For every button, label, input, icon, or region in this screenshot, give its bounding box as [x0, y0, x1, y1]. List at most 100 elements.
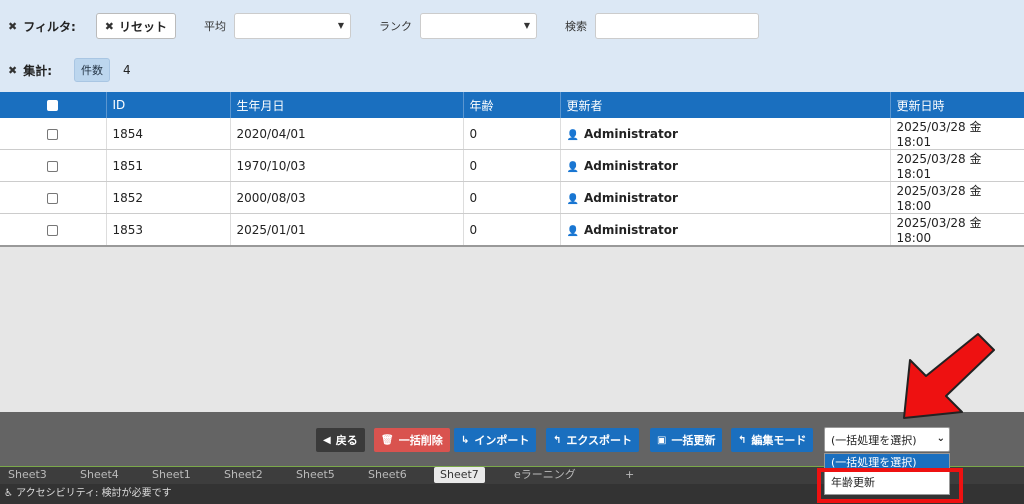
close-icon: ✖ [104, 19, 114, 33]
user-icon: 👤 [566, 225, 579, 237]
cell-updated-at: 2025/03/28 金 18:00 [890, 213, 1024, 247]
cell-id: 1853 [106, 213, 231, 247]
filter-panel: ✖ フィルタ: ✖ リセット 平均 ▼ ランク ▼ 検索 ✖ 集計: 件数 4 [0, 0, 1024, 92]
bulk-delete-button[interactable]: 🗑 一括削除 [374, 428, 450, 452]
aggregate-label: 集計: [23, 63, 53, 78]
count-value: 4 [123, 63, 131, 77]
search-label: 検索 [565, 20, 588, 33]
cell-id: 1851 [106, 149, 231, 182]
bulk-update-label: 一括更新 [671, 434, 716, 447]
bulk-delete-label: 一括削除 [398, 434, 443, 447]
row-checkbox[interactable] [47, 224, 59, 236]
cell-age: 0 [463, 181, 561, 214]
updater-name: Administrator [583, 126, 678, 141]
cell-updater: 👤 Administrator [560, 213, 891, 247]
cell-updated-at: 2025/03/28 金 18:01 [890, 149, 1024, 182]
close-aggregate-icon[interactable]: ✖ [8, 64, 17, 77]
select-all-checkbox[interactable] [47, 100, 59, 111]
tab-sheet1[interactable]: Sheet1 [152, 467, 191, 483]
back-icon: ◀ [323, 434, 331, 446]
cell-updater: 👤 Administrator [560, 149, 891, 182]
back-label: 戻る [335, 434, 358, 447]
cell-birthdate: 1970/10/03 [230, 149, 464, 182]
table-row[interactable]: 1852 2000/08/03 0 👤 Administrator 2025/03… [0, 181, 1024, 214]
edit-mode-label: 編集モード [751, 434, 807, 447]
reset-button[interactable]: ✖ リセット [95, 13, 177, 39]
cell-updated-at: 2025/03/28 金 18:00 [890, 181, 1024, 214]
back-button[interactable]: ◀ 戻る [316, 428, 365, 452]
red-arrow-icon [903, 333, 995, 419]
edit-mode-button[interactable]: ↰ 編集モード [731, 428, 814, 452]
aggregate-row: ✖ 集計: 件数 4 [8, 58, 131, 82]
select-all-header[interactable] [0, 92, 107, 118]
updater-name: Administrator [583, 158, 678, 173]
export-icon: ↰ [553, 434, 562, 446]
data-table: ID 生年月日 年齢 更新者 更新日時 1854 2020/04/01 0 👤 A… [0, 92, 1024, 247]
cell-birthdate: 2025/01/01 [230, 213, 464, 247]
search-input[interactable] [595, 13, 760, 39]
add-sheet-button[interactable]: + [625, 467, 634, 483]
table-row[interactable]: 1854 2020/04/01 0 👤 Administrator 2025/03… [0, 118, 1024, 150]
row-checkbox-cell[interactable] [0, 149, 107, 182]
table-row[interactable]: 1853 2025/01/01 0 👤 Administrator 2025/03… [0, 213, 1024, 247]
import-icon: ↳ [461, 434, 470, 446]
cell-updater: 👤 Administrator [560, 118, 891, 150]
col-header-age[interactable]: 年齢 [463, 92, 561, 118]
bulk-update-button[interactable]: ▣ 一括更新 [650, 428, 723, 452]
row-checkbox-cell[interactable] [0, 118, 107, 150]
user-icon: 👤 [566, 193, 579, 205]
export-label: エクスポート [566, 434, 633, 447]
cell-id: 1854 [106, 118, 231, 150]
tab-sheet7[interactable]: Sheet7 [434, 467, 485, 483]
caret-down-icon: ▼ [337, 21, 345, 30]
filter-label: フィルタ: [23, 19, 76, 34]
rank-select[interactable]: ▼ [420, 13, 538, 39]
col-header-updater[interactable]: 更新者 [560, 92, 891, 118]
row-checkbox[interactable] [47, 160, 59, 172]
row-checkbox[interactable] [47, 128, 59, 140]
table-row[interactable]: 1851 1970/10/03 0 👤 Administrator 2025/03… [0, 149, 1024, 182]
table-header-row: ID 生年月日 年齢 更新者 更新日時 [0, 92, 1024, 118]
tab-sheet3[interactable]: Sheet3 [8, 467, 47, 483]
import-button[interactable]: ↳ インポート [454, 428, 537, 452]
cell-id: 1852 [106, 181, 231, 214]
col-header-updated-at[interactable]: 更新日時 [890, 92, 1024, 118]
status-text[interactable]: アクセシビリティ: 検討が必要です [16, 488, 171, 499]
filter-row: ✖ フィルタ: ✖ リセット 平均 ▼ ランク ▼ 検索 [8, 13, 760, 39]
highlight-box [817, 468, 963, 503]
col-header-id[interactable]: ID [106, 92, 231, 118]
accessibility-icon: ♿ [4, 488, 13, 499]
tab-sheet4[interactable]: Sheet4 [80, 467, 119, 483]
reset-label: リセット [119, 19, 168, 34]
export-button[interactable]: ↰ エクスポート [546, 428, 640, 452]
cell-updater: 👤 Administrator [560, 181, 891, 214]
tab-sheet2[interactable]: Sheet2 [224, 467, 263, 483]
bulk-action-value: (一括処理を選択) [831, 433, 917, 447]
row-checkbox[interactable] [47, 192, 59, 204]
chevron-down-icon: ⌄ [936, 433, 945, 444]
close-filter-icon[interactable]: ✖ [8, 20, 17, 33]
user-icon: 👤 [566, 161, 579, 173]
caret-down-icon: ▼ [523, 21, 531, 30]
col-header-birthdate[interactable]: 生年月日 [230, 92, 464, 118]
trash-icon: 🗑 [381, 434, 394, 446]
row-checkbox-cell[interactable] [0, 181, 107, 214]
cell-age: 0 [463, 118, 561, 150]
average-select[interactable]: ▼ [234, 13, 352, 39]
tab-sheet5[interactable]: Sheet5 [296, 467, 335, 483]
cell-birthdate: 2000/08/03 [230, 181, 464, 214]
user-icon: 👤 [566, 129, 579, 141]
average-label: 平均 [204, 20, 227, 33]
rank-label: ランク [379, 20, 413, 33]
cell-age: 0 [463, 213, 561, 247]
updater-name: Administrator [583, 222, 678, 237]
save-icon: ▣ [657, 434, 667, 446]
tab-elearning[interactable]: eラーニング [514, 467, 576, 483]
row-checkbox-cell[interactable] [0, 213, 107, 247]
bulk-action-select[interactable]: (一括処理を選択) ⌄ [824, 427, 950, 452]
edit-icon: ↰ [738, 434, 747, 446]
tab-sheet6[interactable]: Sheet6 [368, 467, 407, 483]
updater-name: Administrator [583, 190, 678, 205]
import-label: インポート [474, 434, 530, 447]
count-badge[interactable]: 件数 [74, 58, 111, 82]
